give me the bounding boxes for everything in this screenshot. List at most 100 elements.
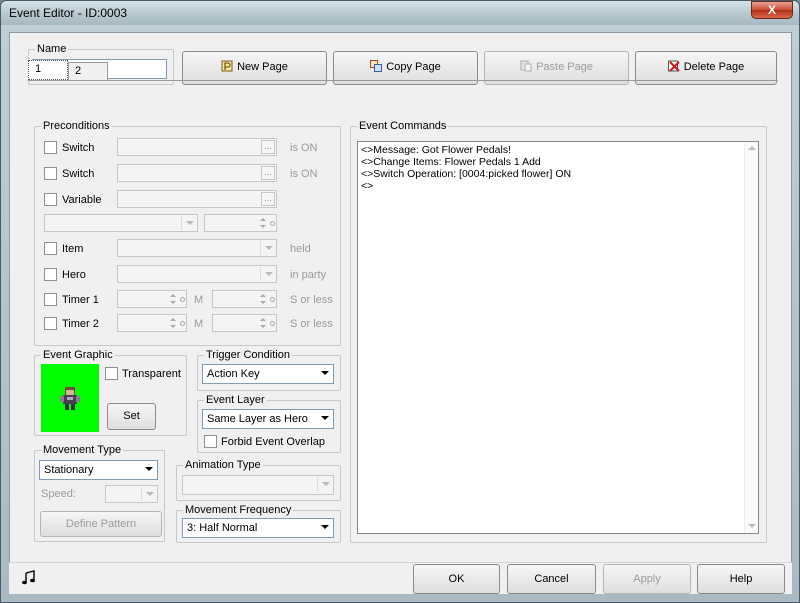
event-layer-select[interactable]: Same Layer as Hero: [202, 409, 334, 429]
timer2-label: Timer 2: [62, 318, 99, 330]
timer2-minute-label: M: [194, 318, 204, 330]
command-line[interactable]: <>Switch Operation: [0004:picked flower]…: [358, 168, 758, 180]
hero-select[interactable]: [117, 265, 277, 283]
movement-frequency-title: Movement Frequency: [183, 503, 294, 517]
hero-label: Hero: [62, 269, 86, 281]
variable-checkbox[interactable]: [44, 193, 57, 206]
delete-page-label: Delete Page: [683, 61, 745, 73]
help-button[interactable]: Help: [697, 564, 785, 594]
movement-type-value: Stationary: [44, 464, 94, 476]
chevron-down-icon: [317, 477, 332, 491]
timer1-suffix: S or less: [290, 294, 333, 306]
commands-scrollbar[interactable]: [744, 142, 758, 533]
command-line[interactable]: <>: [358, 180, 758, 192]
tab-page-2[interactable]: 2: [68, 62, 108, 80]
animation-type-title: Animation Type: [183, 458, 263, 472]
chevron-down-icon: [141, 487, 156, 501]
timer1-label: Timer 1: [62, 294, 99, 306]
spin-arrows-icon: [259, 316, 269, 332]
switch1-browse-button[interactable]: ...: [261, 140, 275, 154]
switch2-checkbox[interactable]: [44, 167, 57, 180]
event-graphic-preview[interactable]: [41, 364, 99, 432]
switch1-label: Switch: [62, 142, 95, 154]
new-page-label: New Page: [237, 61, 288, 73]
command-line[interactable]: <>Message: Got Flower Pedals!: [358, 144, 758, 156]
event-layer-title: Event Layer: [204, 393, 267, 407]
variable-browse-button[interactable]: ...: [261, 192, 275, 206]
switch1-checkbox[interactable]: [44, 141, 57, 154]
hero-checkbox[interactable]: [44, 268, 57, 281]
name-group-title: Name: [35, 42, 69, 56]
timer2-checkbox[interactable]: [44, 317, 57, 330]
movement-frequency-select[interactable]: 3: Half Normal: [182, 518, 334, 538]
spin-dot-icon: [270, 321, 275, 326]
event-commands-title: Event Commands: [357, 119, 449, 133]
variable-field[interactable]: ...: [117, 190, 277, 208]
trigger-condition-value: Action Key: [207, 368, 260, 380]
transparent-checkbox[interactable]: [105, 367, 118, 380]
define-pattern-button[interactable]: Define Pattern: [40, 511, 162, 537]
chevron-down-icon: [260, 241, 275, 255]
ok-button[interactable]: OK: [413, 564, 500, 594]
forbid-overlap-checkbox[interactable]: [204, 435, 217, 448]
cancel-button[interactable]: Cancel: [507, 564, 596, 594]
item-checkbox[interactable]: [44, 242, 57, 255]
event-layer-value: Same Layer as Hero: [207, 413, 308, 425]
spin-dot-icon: [270, 297, 275, 302]
title-bar[interactable]: Event Editor - ID:0003 X: [1, 1, 799, 25]
tab-page-1[interactable]: 1: [28, 60, 68, 80]
movement-frequency-value: 3: Half Normal: [187, 522, 258, 534]
chevron-down-icon: [181, 216, 196, 230]
trigger-condition-select[interactable]: Action Key: [202, 364, 334, 384]
movement-type-title: Movement Type: [41, 443, 124, 457]
spin-arrows-icon: [169, 292, 179, 308]
delete-page-icon: [667, 54, 680, 72]
copy-page-icon: [370, 54, 383, 72]
speed-select[interactable]: [105, 485, 158, 503]
window-close-button[interactable]: X: [751, 1, 793, 19]
switch2-browse-button[interactable]: ...: [261, 166, 275, 180]
chevron-down-icon: [317, 366, 332, 380]
spin-dot-icon: [180, 321, 185, 326]
paste-page-label: Paste Page: [536, 61, 593, 73]
spin-arrows-icon: [259, 292, 269, 308]
scroll-down-icon[interactable]: [745, 521, 759, 531]
timer1-minutes-stepper[interactable]: [117, 290, 187, 308]
new-page-icon: [221, 54, 233, 72]
spin-arrows-icon: [169, 316, 179, 332]
apply-button[interactable]: Apply: [603, 564, 691, 594]
chevron-down-icon: [260, 267, 275, 281]
timer2-seconds-stepper[interactable]: [212, 314, 277, 332]
variable-label: Variable: [62, 194, 102, 206]
command-line[interactable]: <>Change Items: Flower Pedals 1 Add: [358, 156, 758, 168]
switch1-field[interactable]: ...: [117, 138, 277, 156]
timer1-checkbox[interactable]: [44, 293, 57, 306]
spin-dot-icon: [180, 297, 185, 302]
hero-suffix: in party: [290, 269, 327, 281]
switch2-label: Switch: [62, 168, 95, 180]
preconditions-title: Preconditions: [41, 119, 112, 133]
spin-dot-icon: [270, 221, 275, 226]
transparent-label: Transparent: [122, 368, 181, 380]
switch2-field[interactable]: ...: [117, 164, 277, 182]
event-editor-window: Event Editor - ID:0003 X Name EV0003 New…: [0, 0, 800, 603]
character-sprite-icon: [60, 387, 80, 410]
spin-arrows-icon: [259, 216, 269, 232]
music-note-icon[interactable]: [21, 570, 37, 586]
forbid-overlap-label: Forbid Event Overlap: [221, 436, 325, 448]
event-commands-list[interactable]: <>Message: Got Flower Pedals! <>Change I…: [357, 141, 759, 534]
timer1-seconds-stepper[interactable]: [212, 290, 277, 308]
timer2-suffix: S or less: [290, 318, 333, 330]
movement-type-select[interactable]: Stationary: [39, 460, 158, 480]
item-label: Item: [62, 243, 84, 255]
scroll-up-icon[interactable]: [745, 144, 759, 154]
timer2-minutes-stepper[interactable]: [117, 314, 187, 332]
set-graphic-button[interactable]: Set: [107, 403, 156, 430]
animation-type-select[interactable]: [182, 475, 334, 495]
tab-strip-line: [28, 80, 778, 81]
switch2-suffix: is ON: [290, 168, 318, 180]
variable-value-stepper[interactable]: [204, 214, 277, 232]
item-select[interactable]: [117, 239, 277, 257]
trigger-condition-title: Trigger Condition: [204, 348, 292, 362]
variable-compare-select[interactable]: [44, 214, 198, 232]
